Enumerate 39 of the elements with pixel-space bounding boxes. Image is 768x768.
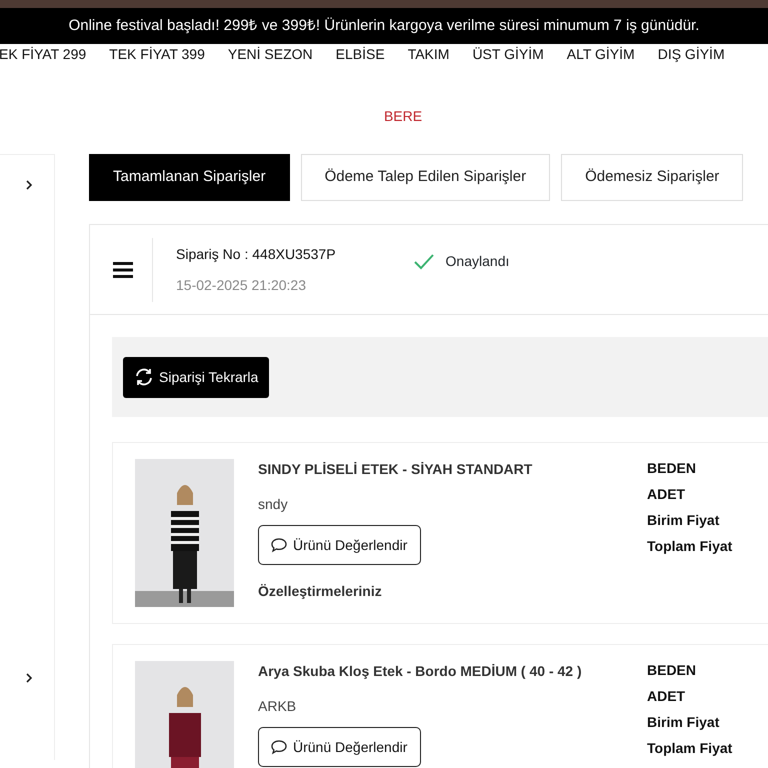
order-tab[interactable]: Ödemesiz Siparişler [561,154,744,201]
nav-link-item[interactable]: TEK FİYAT 399 [109,44,205,62]
detail-label: ADET [647,485,686,503]
review-button[interactable]: Ürünü Değerlendir [258,727,422,767]
product-code: sndy [258,495,289,514]
detail-label: Birim Fiyat [647,511,720,529]
order-tab[interactable]: Ödeme Talep Edilen Siparişler [300,154,550,201]
nav-link-item[interactable]: YENİ SEZON [228,44,313,62]
detail-label: Toplam Fiyat [647,739,732,757]
nav-link-item[interactable]: ÜST GİYİM [472,44,544,62]
chevron-right-icon[interactable] [25,179,33,191]
order-status: Onaylandı [446,252,510,271]
chevron-right-icon[interactable] [25,672,33,684]
customizations-link[interactable]: Özelleştirmeleriniz [258,581,647,602]
nav-link-item[interactable]: ALT GİYİM [566,44,635,62]
order-date: 15-02-2025 21:20:23 [176,276,307,294]
nav-link-item[interactable]: BERE [384,106,422,126]
detail-label: BEDEN [647,661,698,679]
refresh-icon [134,367,154,387]
detail-label: Birim Fiyat [647,713,720,731]
nav-link-item[interactable]: EK FİYAT 299 [0,44,86,62]
nav-link-item[interactable]: TAKIM [408,44,450,62]
product-title: Arya Skuba Kloş Etek - Bordo MEDİUM ( 40 - 42 ) [258,662,583,681]
comment-icon [270,739,288,755]
review-button[interactable]: Ürünü Değerlendir [258,525,422,565]
comment-icon [270,537,288,553]
nav-link-item[interactable]: DIŞ GİYİM [658,44,725,62]
detail-label: BEDEN [647,459,698,477]
product-title: SINDY PLİSELİ ETEK - SİYAH STANDART [258,460,534,479]
check-icon [414,254,434,270]
repeat-order-button[interactable]: Siparişi Tekrarla [123,356,270,398]
nav-link-item[interactable]: ELBİSE [336,44,385,62]
announcement-text: Online festival başladı! 299₺ ve 399₺! Ürünlerin kargoya verilme süresi minumum 7 iş günüdür. [0,8,768,44]
detail-label: Toplam Fiyat [647,537,732,555]
product-code: ARKB [258,697,298,716]
menu-icon[interactable] [113,260,133,278]
detail-label: ADET [647,687,686,705]
order-tab[interactable]: Tamamlanan Siparişler [89,154,290,201]
order-number: Sipariş No : 448XU3537P [176,244,336,264]
